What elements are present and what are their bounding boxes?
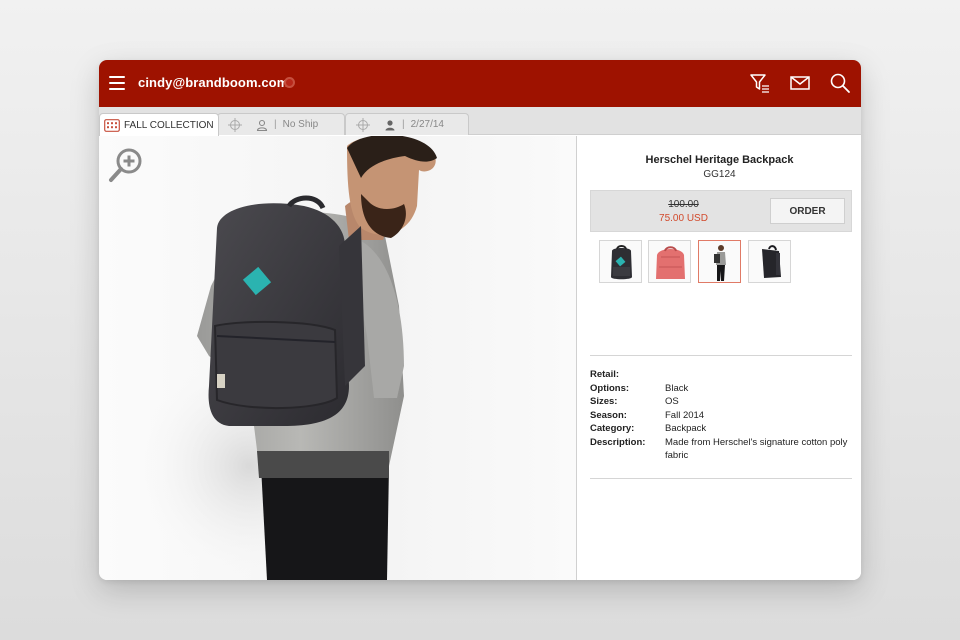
separator: | (402, 119, 405, 130)
backpack-front-thumbnail-icon (611, 245, 632, 280)
crosshair-icon (356, 117, 370, 132)
mail-icon[interactable] (789, 72, 811, 94)
product-image-pane[interactable] (99, 136, 577, 580)
product-photo (139, 136, 437, 580)
separator: | (274, 119, 277, 130)
order-button[interactable]: ORDER (770, 198, 845, 224)
thumbnail-backpack-pink[interactable] (648, 240, 691, 283)
tab-bar: FALL COLLECTION | No Ship | 2/27/14 (99, 107, 861, 136)
attr-category: Category: Backpack (590, 422, 852, 436)
backpack-pink-thumbnail-icon (656, 246, 685, 279)
attr-key: Retail: (590, 369, 620, 380)
attr-value: Backpack (665, 423, 707, 434)
attr-retail: Retail: (590, 368, 852, 382)
attr-season: Season: Fall 2014 (590, 409, 852, 423)
product-title: Herschel Heritage Backpack (645, 154, 794, 166)
search-icon[interactable] (829, 72, 851, 94)
user-filled-icon (385, 119, 395, 130)
attr-value: Fall 2014 (665, 409, 705, 421)
attr-value: OS (665, 396, 679, 407)
attr-key: Sizes: (590, 396, 618, 407)
divider (590, 478, 852, 479)
grid-icon (104, 118, 120, 132)
attr-value: Black (665, 382, 689, 394)
attr-key: Description: (590, 436, 646, 448)
zoom-in-icon[interactable] (108, 147, 144, 183)
attr-sizes: Sizes: OS (590, 395, 852, 409)
user-email[interactable]: cindy@brandboom.com (138, 75, 288, 90)
divider (590, 355, 852, 356)
top-bar: cindy@brandboom.com (99, 60, 861, 107)
app-window: cindy@brandboom.com FALL COLLECTION | No… (99, 60, 861, 580)
attr-key: Options: (590, 382, 630, 394)
backpack-side-thumbnail-icon (762, 245, 781, 278)
tab-label: FALL COLLECTION (124, 119, 214, 131)
sale-price: 75.00 USD (659, 213, 708, 224)
menu-icon[interactable] (109, 76, 125, 90)
attr-key: Category: (590, 423, 635, 434)
attr-value (665, 368, 852, 382)
product-code: GG124 (703, 169, 736, 180)
product-attributes: Retail: Options: Black Sizes: OS Season:… (590, 368, 852, 463)
attr-value: Made from Herschel's signature cotton po… (665, 436, 848, 462)
thumbnail-backpack-side[interactable] (748, 240, 791, 283)
attr-description: Description: Made from Herschel's signat… (590, 436, 852, 463)
model-thumbnail-icon (714, 245, 726, 281)
thumbnail-model[interactable] (698, 240, 741, 283)
original-price: 100.00 (668, 199, 699, 210)
attr-key: Season: (590, 409, 627, 421)
tab-label: 2/27/14 (410, 119, 444, 130)
filter-icon[interactable] (749, 72, 771, 94)
attr-options: Options: Black (590, 382, 852, 396)
price-box: 100.00 75.00 USD ORDER (590, 190, 852, 232)
product-detail-pane: Herschel Heritage Backpack GG124 100.00 … (578, 136, 861, 580)
tab-fall-collection[interactable]: FALL COLLECTION (99, 113, 219, 136)
user-icon (256, 119, 268, 131)
tab-date[interactable]: | 2/27/14 (345, 113, 469, 135)
account-settings-icon[interactable] (284, 77, 295, 88)
tab-no-ship[interactable]: | No Ship (217, 113, 345, 135)
crosshair-icon (228, 117, 242, 132)
thumbnail-backpack-front[interactable] (599, 240, 642, 283)
tab-label: No Ship (282, 119, 319, 130)
thumbnail-strip (599, 240, 799, 284)
